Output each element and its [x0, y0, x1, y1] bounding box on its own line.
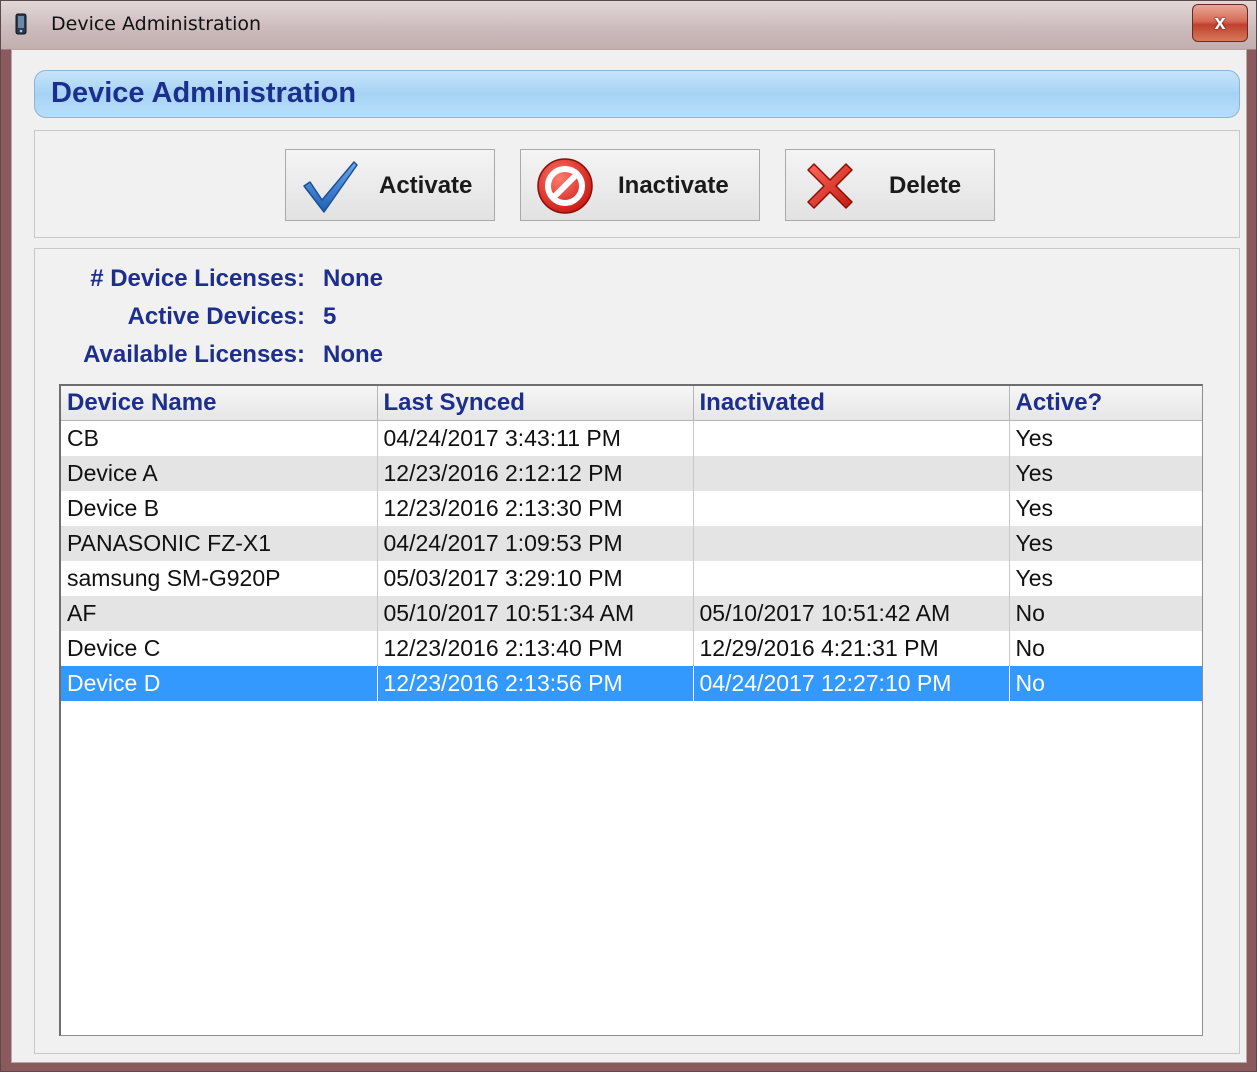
cell-inactivated: 04/24/2017 12:27:10 PM	[693, 666, 1010, 701]
device-administration-window: Device Administration x Device Administr…	[0, 0, 1257, 1072]
cell-inactivated	[693, 526, 1010, 561]
cell-device-name: Device B	[61, 491, 378, 526]
table-row[interactable]: Device C 12/23/2016 2:13:40 PM 12/29/201…	[61, 631, 1202, 666]
cell-active: Yes	[1009, 420, 1202, 456]
table-row[interactable]: PANASONIC FZ-X1 04/24/2017 1:09:53 PM Ye…	[61, 526, 1202, 561]
client-area: Device Administration Activate Inactivat…	[11, 49, 1247, 1063]
device-icon	[15, 13, 27, 35]
cell-last-synced: 05/10/2017 10:51:34 AM	[377, 596, 694, 631]
column-header-active[interactable]: Active?	[1009, 386, 1202, 421]
cell-inactivated: 12/29/2016 4:21:31 PM	[693, 631, 1010, 666]
table-row[interactable]: samsung SM-G920P 05/03/2017 3:29:10 PM Y…	[61, 561, 1202, 596]
inactivate-label: Inactivate	[618, 172, 729, 199]
checkmark-icon	[303, 161, 358, 213]
device-info-panel: # Device Licenses: None Active Devices: …	[34, 248, 1240, 1054]
cell-inactivated	[693, 561, 1010, 596]
active-devices-label: Active Devices:	[127, 303, 305, 330]
cell-last-synced: 04/24/2017 3:43:11 PM	[377, 420, 694, 456]
prohibited-icon	[537, 158, 593, 214]
close-button[interactable]: x	[1192, 4, 1248, 42]
red-x-icon	[807, 163, 853, 209]
delete-button[interactable]: Delete	[785, 149, 995, 221]
cell-active: Yes	[1009, 526, 1202, 561]
active-devices-value: 5	[323, 303, 337, 330]
available-licenses-row: Available Licenses: None	[35, 341, 595, 373]
header-bar: Device Administration	[34, 70, 1240, 118]
device-licenses-value: None	[323, 265, 383, 292]
device-grid[interactable]: Device Name Last Synced Inactivated Acti…	[59, 384, 1203, 1036]
inactivate-button[interactable]: Inactivate	[520, 149, 760, 221]
active-devices-row: Active Devices: 5	[35, 303, 595, 335]
table-row[interactable]: CB 04/24/2017 3:43:11 PM Yes	[61, 420, 1202, 456]
table-row[interactable]: Device B 12/23/2016 2:13:30 PM Yes	[61, 491, 1202, 526]
header-row: Device Name Last Synced Inactivated Acti…	[61, 386, 1202, 421]
delete-label: Delete	[889, 172, 962, 199]
toolbar: Activate Inactivate Delete	[34, 130, 1240, 238]
cell-active: Yes	[1009, 561, 1202, 596]
cell-inactivated	[693, 420, 1010, 456]
device-licenses-row: # Device Licenses: None	[35, 265, 595, 297]
table-row[interactable]: Device A 12/23/2016 2:12:12 PM Yes	[61, 456, 1202, 491]
title-bar[interactable]: Device Administration x	[1, 1, 1256, 50]
cell-inactivated	[693, 491, 1010, 526]
column-header-device-name[interactable]: Device Name	[61, 386, 378, 421]
cell-last-synced: 04/24/2017 1:09:53 PM	[377, 526, 694, 561]
cell-active: Yes	[1009, 456, 1202, 491]
cell-inactivated: 05/10/2017 10:51:42 AM	[693, 596, 1010, 631]
device-table: Device Name Last Synced Inactivated Acti…	[61, 386, 1202, 701]
cell-active: No	[1009, 631, 1202, 666]
activate-label: Activate	[379, 172, 473, 199]
cell-active: No	[1009, 666, 1202, 701]
column-header-inactivated[interactable]: Inactivated	[693, 386, 1010, 421]
page-title: Device Administration	[51, 77, 357, 109]
column-header-last-synced[interactable]: Last Synced	[377, 386, 694, 421]
cell-device-name: CB	[61, 420, 378, 456]
window-title: Device Administration	[51, 13, 262, 35]
cell-last-synced: 12/23/2016 2:13:40 PM	[377, 631, 694, 666]
cell-device-name: PANASONIC FZ-X1	[61, 526, 378, 561]
cell-device-name: AF	[61, 596, 378, 631]
cell-last-synced: 12/23/2016 2:13:56 PM	[377, 666, 694, 701]
cell-last-synced: 12/23/2016 2:12:12 PM	[377, 456, 694, 491]
cell-inactivated	[693, 456, 1010, 491]
cell-last-synced: 05/03/2017 3:29:10 PM	[377, 561, 694, 596]
device-licenses-label: # Device Licenses:	[90, 265, 305, 292]
cell-active: Yes	[1009, 491, 1202, 526]
table-row-selected[interactable]: Device D 12/23/2016 2:13:56 PM 04/24/201…	[61, 666, 1202, 701]
close-icon: x	[1214, 11, 1226, 34]
cell-device-name: Device A	[61, 456, 378, 491]
activate-button[interactable]: Activate	[285, 149, 495, 221]
available-licenses-value: None	[323, 341, 383, 368]
cell-active: No	[1009, 596, 1202, 631]
available-licenses-label: Available Licenses:	[83, 341, 305, 368]
cell-device-name: Device C	[61, 631, 378, 666]
cell-device-name: Device D	[61, 666, 378, 701]
cell-last-synced: 12/23/2016 2:13:30 PM	[377, 491, 694, 526]
table-row[interactable]: AF 05/10/2017 10:51:34 AM 05/10/2017 10:…	[61, 596, 1202, 631]
cell-device-name: samsung SM-G920P	[61, 561, 378, 596]
